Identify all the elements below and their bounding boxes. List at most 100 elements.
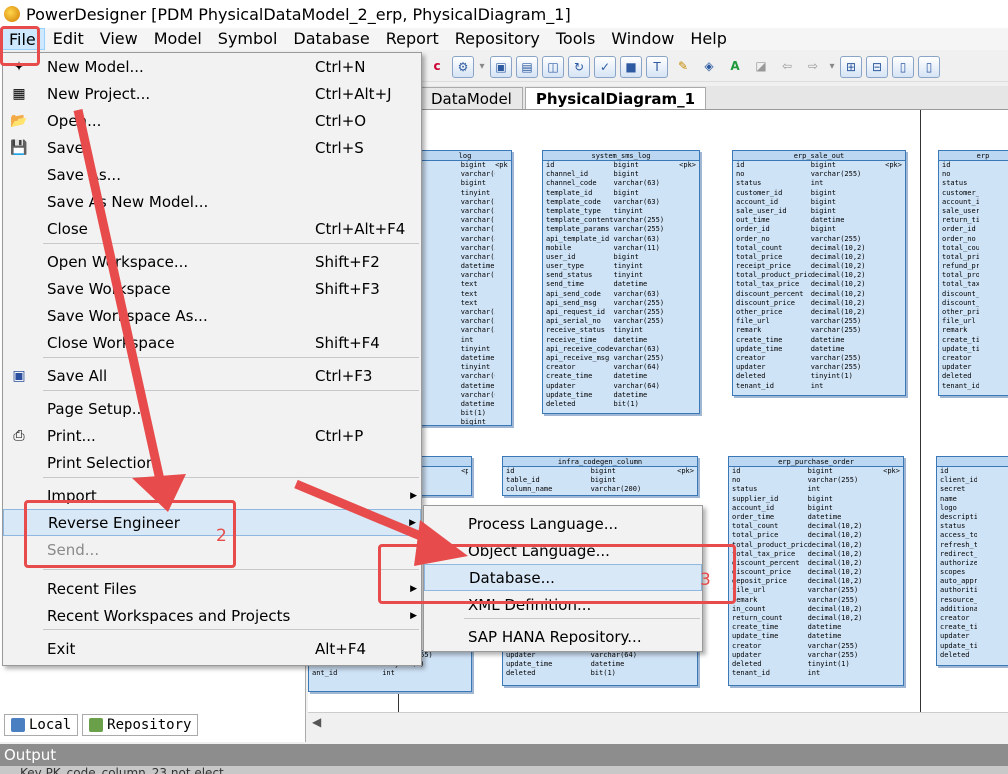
- toolbar-tag-icon[interactable]: ◪: [750, 56, 772, 78]
- table-column-cell: total_count: [736, 243, 783, 252]
- reverse-engineer-item-process-language[interactable]: Process Language...: [424, 510, 702, 537]
- toolbar-redo-icon[interactable]: ⇨: [802, 56, 824, 78]
- table-column-cell: [674, 170, 697, 179]
- toolbar-grid-icon[interactable]: ⊟: [866, 55, 888, 78]
- menu-edit[interactable]: Edit: [45, 28, 92, 50]
- file-menu-item-save-workspace-as[interactable]: Save Workspace As...: [3, 302, 421, 329]
- scroll-left-icon[interactable]: ◀: [312, 715, 321, 729]
- table-entity[interactable]: erpidnostatuscustomer_idaccount_idsale_u…: [938, 150, 1008, 396]
- table-column-cell: text: [460, 298, 478, 307]
- file-menu-item-save[interactable]: 💾 Save Ctrl+S: [3, 134, 421, 161]
- file-menu-item-exit[interactable]: Exit Alt+F4: [3, 635, 421, 662]
- file-menu-item-new-project[interactable]: ▦ New Project... Ctrl+Alt+J: [3, 80, 421, 107]
- tab-repository[interactable]: Repository: [82, 714, 199, 736]
- toolbar-text-icon[interactable]: T: [646, 55, 668, 78]
- table-entity[interactable]: idclient_idsecretnamelogodescriptionstat…: [936, 456, 1008, 666]
- table-column-cell: [422, 225, 461, 234]
- file-menu-item-open-workspace[interactable]: Open Workspace... Shift+F2: [3, 248, 421, 275]
- file-menu-item-new-model[interactable]: ✦ New Model... Ctrl+N: [3, 53, 421, 80]
- table-column-row: varchar(50): [419, 244, 511, 253]
- menu-help[interactable]: Help: [682, 28, 734, 50]
- table-column-cell: resource_ids: [940, 595, 977, 604]
- table-entity[interactable]: <pk>: [418, 456, 472, 496]
- table-column-cell: [674, 280, 697, 289]
- toolbar-check-icon[interactable]: ✓: [594, 55, 616, 78]
- menu-report[interactable]: Report: [378, 28, 447, 50]
- menu-item-label: Recent Files: [47, 579, 137, 598]
- table-entity[interactable]: erp_sale_out id bigint <pk> no varchar(255) st…: [732, 150, 906, 396]
- toolbar-c-icon[interactable]: c: [426, 56, 448, 78]
- table-column-row: varchar(255): [419, 198, 511, 207]
- toolbar-view-icon[interactable]: ◫: [542, 55, 564, 78]
- menu-tools[interactable]: Tools: [548, 28, 603, 50]
- table-column-cell: [977, 577, 1008, 586]
- table-column-row: create_time datetime: [543, 372, 699, 381]
- reverse-engineer-item-sap-hana-repository[interactable]: SAP HANA Repository...: [424, 623, 702, 650]
- toolbar-pages-icon[interactable]: ▯: [918, 55, 940, 78]
- table-column-row: receive_status tinyint: [543, 326, 699, 335]
- table-column-row: status int: [733, 179, 905, 188]
- file-menu-item-open[interactable]: 📂 Open... Ctrl+O: [3, 107, 421, 134]
- file-menu-item-print[interactable]: ⎙ Print... Ctrl+P: [3, 422, 421, 449]
- table-column-cell: status: [942, 179, 968, 188]
- table-column-cell: account_id: [732, 503, 775, 512]
- table-column-cell: [875, 660, 900, 669]
- toolbar-table-icon[interactable]: ▤: [516, 55, 538, 78]
- table-column-row: file_url varchar(255): [733, 317, 905, 326]
- table-entity[interactable]: logbigint<pk>varchar(64)biginttinyintvar…: [418, 150, 512, 426]
- table-column-row: updater: [937, 632, 1008, 641]
- file-menu-item-close[interactable]: Close Ctrl+Alt+F4: [3, 215, 421, 242]
- table-column-row: update_time datetime: [543, 391, 699, 400]
- toolbar-page-icon[interactable]: ▯: [892, 55, 914, 78]
- horizontal-scrollbar[interactable]: ◀: [308, 712, 1008, 732]
- tab-datamodel[interactable]: DataModel: [420, 87, 523, 109]
- table-column-cell: [422, 170, 461, 179]
- repository-icon: [89, 718, 104, 732]
- toolbar-gear-icon[interactable]: ⚙: [452, 55, 474, 78]
- toolbar-fill-icon[interactable]: ◈: [698, 56, 720, 78]
- menu-model[interactable]: Model: [146, 28, 210, 50]
- table-column-cell: id: [506, 467, 515, 475]
- file-menu-item-close-workspace[interactable]: Close Workspace Shift+F4: [3, 329, 421, 356]
- table-column-row: deleted bit(1): [543, 400, 699, 409]
- menu-database[interactable]: Database: [285, 28, 377, 50]
- tab-physicaldiagram[interactable]: PhysicalDiagram_1: [524, 87, 707, 109]
- table-column-cell: varchar(255): [460, 225, 495, 234]
- toolbar-refresh-icon[interactable]: ↻: [568, 55, 590, 78]
- menu-window[interactable]: Window: [603, 28, 682, 50]
- file-menu-item-save-as[interactable]: Save As...: [3, 161, 421, 188]
- menu-symbol[interactable]: Symbol: [210, 28, 286, 50]
- table-column-cell: tinyint: [460, 344, 491, 353]
- menu-view[interactable]: View: [92, 28, 146, 50]
- file-menu-item-page-setup[interactable]: Page Setup...: [3, 395, 421, 422]
- tab-local[interactable]: Local: [4, 714, 79, 736]
- menu-repository[interactable]: Repository: [447, 28, 548, 50]
- table-column-cell: [674, 244, 697, 253]
- file-menu-item-recent-files[interactable]: Recent Files ▶: [3, 575, 421, 602]
- table-column-row: deleted tinyint(1): [729, 660, 903, 669]
- table-column-cell: datetime: [613, 280, 648, 289]
- toolbar-pen-icon[interactable]: ✎: [672, 56, 694, 78]
- file-menu-item-save-all[interactable]: ▣ Save All Ctrl+F3: [3, 362, 421, 389]
- table-entity[interactable]: infra_codegen_column id bigint <pk> table_id…: [502, 456, 698, 496]
- table-column-cell: [422, 262, 461, 271]
- table-column-cell: [461, 476, 468, 485]
- toolbar-font-icon[interactable]: A: [724, 56, 746, 78]
- toolbar-box-icon[interactable]: ■: [620, 55, 642, 78]
- file-menu-item-save-as-new-model[interactable]: Save As New Model...: [3, 188, 421, 215]
- toolbar-undo-icon[interactable]: ⇦: [776, 56, 798, 78]
- table-entity[interactable]: erp_purchase_order id bigint <pk> no varchar(…: [728, 456, 904, 686]
- table-column-cell: [877, 326, 902, 335]
- toolbar-package-icon[interactable]: ▣: [490, 55, 512, 78]
- file-menu-item-save-workspace[interactable]: Save Workspace Shift+F3: [3, 275, 421, 302]
- file-menu-item-recent-workspaces[interactable]: Recent Workspaces and Projects ▶: [3, 602, 421, 629]
- table-entity[interactable]: system_sms_log id bigint <pk> channel_id bigi…: [542, 150, 700, 414]
- table-column-row: create_time: [939, 336, 1008, 345]
- toolbar-align-icon[interactable]: ⊞: [840, 55, 862, 78]
- table-column-row: datetime: [419, 354, 511, 363]
- menu-item-label: Exit: [47, 639, 76, 658]
- file-menu-item-print-selection[interactable]: Print Selection: [3, 449, 421, 476]
- table-entity[interactable]: updater varchar(64) update_time datetime del…: [502, 650, 698, 686]
- table-column-row: datetime: [419, 262, 511, 271]
- table-column-cell: template_type: [546, 206, 601, 215]
